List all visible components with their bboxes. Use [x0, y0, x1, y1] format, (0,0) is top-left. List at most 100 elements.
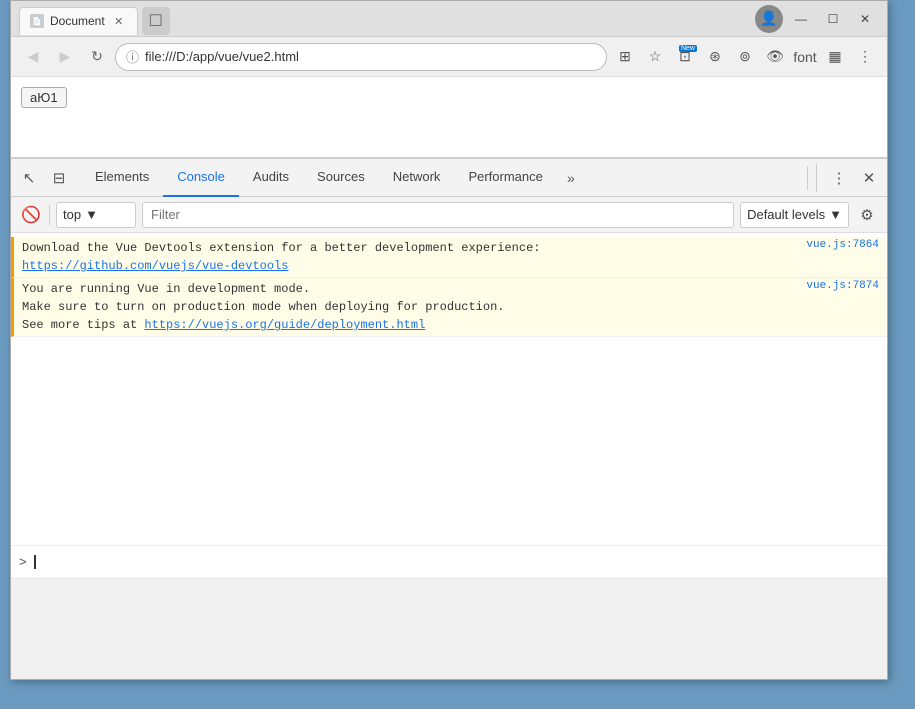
more-tabs-button[interactable]: » [557, 164, 585, 192]
default-levels-selector[interactable]: Default levels ▼ [740, 202, 849, 228]
console-message-2-source[interactable]: vue.js:7874 [806, 280, 879, 292]
console-message-1-text: Download the Vue Devtools extension for … [22, 239, 798, 275]
star-button[interactable]: ☆ [641, 43, 669, 71]
back-icon: ◀ [28, 48, 39, 65]
reload-icon: ↻ [91, 48, 103, 65]
maximize-button[interactable]: ☐ [819, 5, 847, 33]
console-input-row: > [11, 545, 887, 577]
tab-favicon: 📄 [30, 14, 44, 28]
shield-icon: ⊛ [709, 48, 721, 65]
reader-icon: ▦ [828, 48, 841, 65]
close-button[interactable]: ✕ [851, 5, 879, 33]
nav-bar: ◀ ▶ ↻ ⓘ file:///D:/app/vue/vue2.html ⊞ ☆… [11, 37, 887, 77]
tab-elements[interactable]: Elements [81, 159, 163, 197]
tracking-button[interactable]: ⊚ [731, 43, 759, 71]
vue-devtools-link[interactable]: https://github.com/vuejs/vue-devtools [22, 259, 288, 273]
settings-icon: ⚙ [860, 206, 873, 224]
shield-button[interactable]: ⊛ [701, 43, 729, 71]
reader-button[interactable]: ▦ [821, 43, 849, 71]
console-prompt-icon: > [19, 554, 27, 569]
console-area: 🚫 top ▼ Default levels ▼ ⚙ [11, 197, 887, 577]
devtools-close-button[interactable]: ✕ [855, 164, 883, 192]
profile-button[interactable]: 👤 [755, 5, 783, 33]
star-icon: ☆ [649, 48, 662, 65]
tab-close-button[interactable]: ✕ [111, 13, 127, 29]
mobile-icon: ⊟ [53, 169, 66, 187]
window-controls: 👤 — ☐ ✕ [755, 5, 879, 33]
devtools-toolbar: ↖ ⊟ Elements Console Audits Sources [11, 159, 887, 197]
font-label: font [793, 49, 816, 65]
console-message-1: Download the Vue Devtools extension for … [11, 237, 887, 278]
filter-input[interactable] [142, 202, 734, 228]
toolbar-divider [807, 166, 808, 190]
console-messages: Download the Vue Devtools extension for … [11, 233, 887, 545]
console-input[interactable] [33, 554, 36, 569]
address-text: file:///D:/app/vue/vue2.html [145, 49, 596, 64]
browser-window: 📄 Document ✕ ☐ 👤 — ☐ ✕ ◀ [10, 0, 888, 680]
extensions-button[interactable]: ⊡ New [671, 43, 699, 71]
title-bar: 📄 Document ✕ ☐ 👤 — ☐ ✕ [11, 1, 887, 37]
devtools-menu-icon: ⋮ [832, 169, 847, 187]
tab-elements-label: Elements [95, 169, 149, 184]
new-badge: New [679, 45, 697, 52]
tab-label: Document [50, 14, 105, 28]
reload-button[interactable]: ↻ [83, 43, 111, 71]
device-emulation-button[interactable]: ⊟ [45, 164, 73, 192]
console-clear-button[interactable]: 🚫 [19, 203, 43, 227]
tab-audits[interactable]: Audits [239, 159, 303, 197]
profile-icon: 👤 [760, 10, 777, 27]
default-levels-label: Default levels [747, 207, 825, 222]
tracking-icon: ⊚ [739, 48, 751, 65]
menu-icon: ⋮ [858, 48, 872, 65]
browser-tab[interactable]: 📄 Document ✕ [19, 7, 138, 35]
forward-button[interactable]: ▶ [51, 43, 79, 71]
forward-icon: ▶ [60, 48, 71, 65]
console-message-1-source[interactable]: vue.js:7864 [806, 239, 879, 251]
devtools-left-icons: ↖ ⊟ [15, 164, 73, 192]
cursor-icon: ↖ [23, 169, 36, 187]
new-tab-icon: ☐ [149, 11, 163, 31]
tab-console-label: Console [177, 169, 225, 184]
element-picker-button[interactable]: ↖ [15, 164, 43, 192]
address-bar[interactable]: ⓘ file:///D:/app/vue/vue2.html [115, 43, 607, 71]
deployment-link[interactable]: https://vuejs.org/guide/deployment.html [144, 318, 425, 332]
address-info-icon: ⓘ [126, 47, 139, 66]
translate-button[interactable]: ⊞ [611, 43, 639, 71]
minimize-button[interactable]: — [787, 5, 815, 33]
tab-area: 📄 Document ✕ ☐ [19, 1, 747, 36]
tab-network[interactable]: Network [379, 159, 455, 197]
console-filter-bar: 🚫 top ▼ Default levels ▼ ⚙ [11, 197, 887, 233]
cursor-blink [34, 555, 36, 569]
eye-icon: 👁 [766, 48, 784, 65]
page-button[interactable]: aЮ1 [21, 87, 67, 108]
context-label: top [63, 207, 81, 222]
console-message-2: You are running Vue in development mode.… [11, 278, 887, 337]
default-levels-arrow: ▼ [829, 207, 842, 222]
immersive-reader-button[interactable]: 👁 [761, 43, 789, 71]
devtools-close-icon: ✕ [863, 169, 876, 187]
console-settings-button[interactable]: ⚙ [855, 203, 879, 227]
new-tab-button[interactable]: ☐ [142, 7, 170, 35]
maximize-icon: ☐ [828, 12, 839, 26]
context-selector[interactable]: top ▼ [56, 202, 136, 228]
nav-icons: ⊞ ☆ ⊡ New ⊛ ⊚ 👁 font ▦ [611, 43, 879, 71]
devtools-right-icons: ⋮ ✕ [816, 164, 883, 192]
tab-performance-label: Performance [468, 169, 542, 184]
tab-sources[interactable]: Sources [303, 159, 379, 197]
filter-divider [49, 205, 50, 225]
font-button[interactable]: font [791, 43, 819, 71]
back-button[interactable]: ◀ [19, 43, 47, 71]
tab-console[interactable]: Console [163, 159, 239, 197]
page-content: aЮ1 [11, 77, 887, 157]
more-tabs-icon: » [567, 170, 575, 186]
devtools-menu-button[interactable]: ⋮ [825, 164, 853, 192]
menu-button[interactable]: ⋮ [851, 43, 879, 71]
minimize-icon: — [795, 12, 807, 26]
devtools-tabs: Elements Console Audits Sources Network … [81, 159, 807, 196]
translate-icon: ⊞ [619, 48, 631, 65]
devtools-panel: ↖ ⊟ Elements Console Audits Sources [11, 157, 887, 577]
tab-network-label: Network [393, 169, 441, 184]
context-arrow: ▼ [85, 207, 98, 222]
tab-performance[interactable]: Performance [454, 159, 556, 197]
close-icon: ✕ [860, 12, 870, 26]
